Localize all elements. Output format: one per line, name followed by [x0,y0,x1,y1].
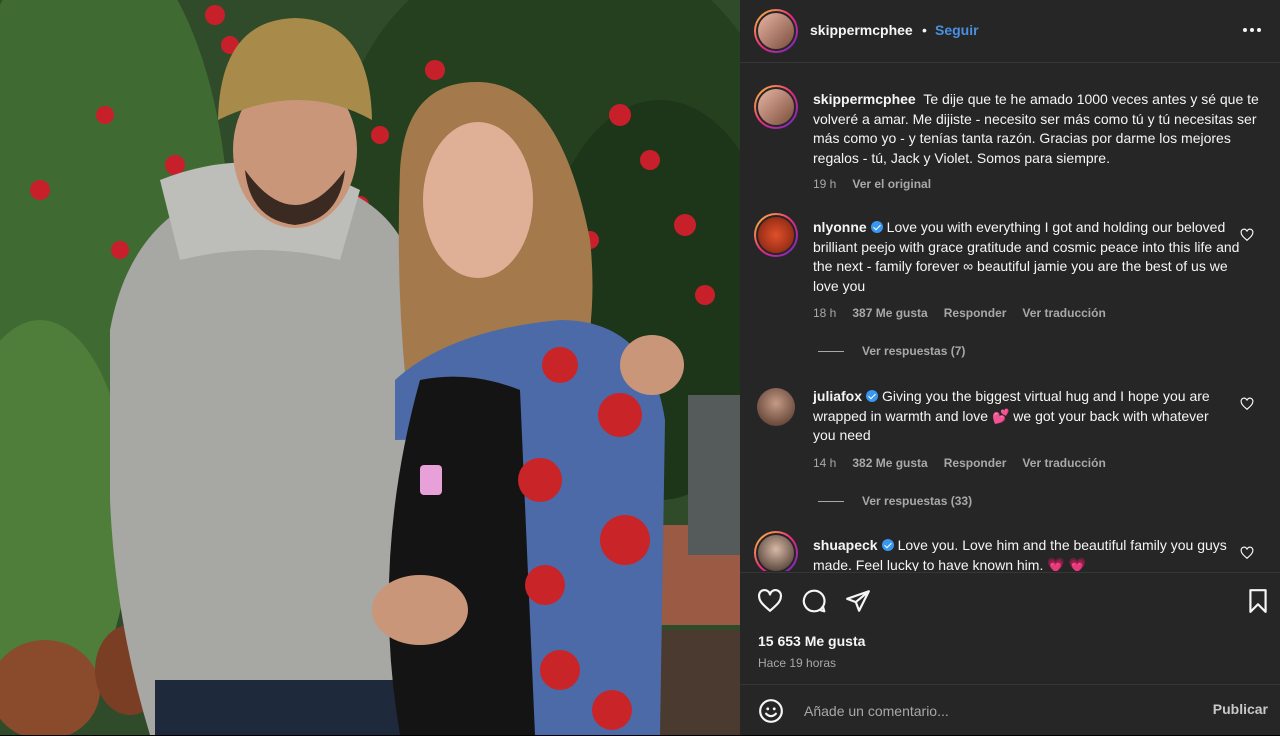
comment-meta: 14 h 382 Me gusta Responder Ver traducci… [813,456,1106,470]
publish-button[interactable]: Publicar [1213,701,1268,717]
verified-badge-icon [870,221,883,233]
comment-like-icon[interactable] [1240,546,1254,560]
verified-badge-icon [881,539,894,551]
translate-button[interactable]: Ver traducción [1022,306,1105,320]
caption-avatar[interactable] [754,85,798,129]
post-photo [0,0,740,735]
translate-button[interactable]: Ver traducción [1022,456,1105,470]
more-options-icon[interactable] [1240,20,1264,40]
reply-button[interactable]: Responder [944,456,1007,470]
author-avatar[interactable] [754,9,798,53]
post-time: Hace 19 horas [758,656,837,670]
commenter-username[interactable]: juliafox [813,388,862,404]
comment-text-block: juliafox Giving you the biggest virtual h… [813,387,1233,446]
commenter-username[interactable]: nlyonne [813,219,867,235]
comment-likes[interactable]: 387 Me gusta [852,306,927,320]
comment-text-block: shuapeck Love you. Love him and the beaut… [813,536,1233,571]
view-replies-button[interactable]: Ver respuestas (33) [818,494,972,508]
comment-text-block: nlyonne Love you with everything I got an… [813,218,1243,296]
view-replies-label: Ver respuestas (7) [862,344,966,358]
replies-divider [818,350,844,352]
bookmark-icon[interactable] [1245,588,1271,614]
emoji-icon[interactable] [758,698,784,724]
follow-button[interactable]: Seguir [935,22,979,38]
post-side-panel: skippermcphee • Seguir skippermcphee Te … [740,0,1280,735]
comment-time: 18 h [813,306,837,320]
commenter-username[interactable]: shuapeck [813,537,878,553]
author-username[interactable]: skippermcphee [810,22,913,38]
share-icon[interactable] [845,588,871,614]
view-replies-button[interactable]: Ver respuestas (7) [818,344,965,358]
comments-list[interactable]: skippermcphee Te dije que te he amado 10… [740,63,1280,571]
comment-meta: 18 h 387 Me gusta Responder Ver traducci… [813,306,1106,320]
see-original-link[interactable]: Ver el original [852,177,931,191]
commenter-avatar[interactable] [754,213,798,257]
comment-like-icon[interactable] [1240,397,1254,411]
comment-likes[interactable]: 382 Me gusta [852,456,927,470]
comment-input[interactable] [802,699,1186,723]
separator-dot: • [922,22,927,38]
commenter-avatar[interactable] [754,531,798,571]
reply-button[interactable]: Responder [944,306,1007,320]
comment-icon[interactable] [801,588,827,614]
caption-text-block: skippermcphee Te dije que te he amado 10… [813,90,1273,168]
comment-like-icon[interactable] [1240,228,1254,242]
likes-count[interactable]: 15 653 Me gusta [758,633,865,649]
add-comment-bar: Publicar [740,684,1280,736]
verified-badge-icon [866,390,879,402]
replies-divider [818,500,844,502]
post-header: skippermcphee • Seguir [740,0,1280,63]
view-replies-label: Ver respuestas (33) [862,494,973,508]
commenter-avatar[interactable] [757,388,795,426]
action-bar: 15 653 Me gusta Hace 19 horas [740,572,1280,685]
caption-meta: 19 h Ver el original [813,177,931,191]
comment-time: 14 h [813,456,837,470]
heart-icon[interactable] [757,588,783,614]
caption-time: 19 h [813,177,837,191]
caption-username[interactable]: skippermcphee [813,91,916,107]
